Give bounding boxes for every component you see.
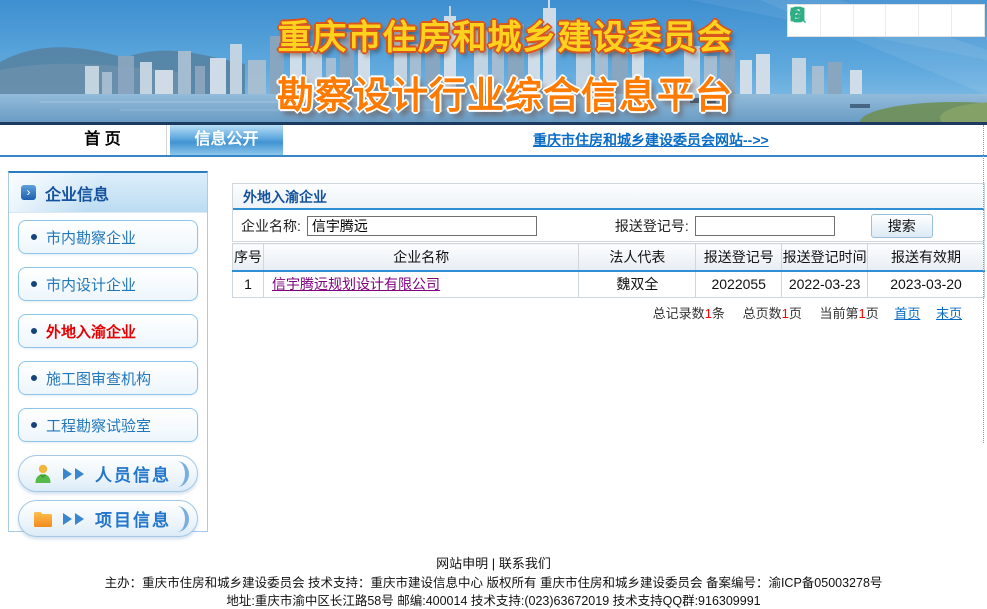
sidebar-section-header: › 企业信息 bbox=[9, 173, 207, 213]
sidebar-section-title: 企业信息 bbox=[45, 181, 109, 205]
site-subtitle: 勘察设计行业综合信息平台 bbox=[230, 65, 780, 119]
sidebar-item-outside-enterprises[interactable]: 外地入渝企业 bbox=[18, 314, 198, 348]
results-table: 序号 企业名称 法人代表 报送登记号 报送登记时间 报送有效期 1 信宇腾远规划… bbox=[232, 243, 985, 298]
tab-info-disclosure[interactable]: 信息公开 bbox=[170, 125, 283, 155]
footer-address: 地址:重庆市渝中区长江路58号 邮编:400014 技术支持:(023)6367… bbox=[0, 592, 987, 609]
cell-reg-no: 2022055 bbox=[696, 271, 782, 298]
footer-separator: | bbox=[492, 556, 495, 571]
company-name-input[interactable] bbox=[307, 216, 537, 236]
arc-decoration bbox=[177, 506, 189, 532]
person-icon bbox=[31, 462, 55, 486]
reg-no-label: 报送登记号: bbox=[615, 216, 689, 236]
project-info-label: 项目信息 bbox=[95, 506, 171, 531]
sidebar-item-label: 施工图审查机构 bbox=[46, 368, 151, 389]
sidebar: › 企业信息 市内勘察企业 市内设计企业 外地入渝企业 施工图审查机构 bbox=[8, 171, 208, 532]
first-page-link[interactable]: 首页 bbox=[894, 306, 920, 321]
sidebar-item-drawing-review[interactable]: 施工图审查机构 bbox=[18, 361, 198, 395]
footer-copyright: 主办：重庆市住房和城乡建设委员会 技术支持：重庆市建设信息中心 版权所有 重庆市… bbox=[0, 574, 987, 592]
bullet-icon bbox=[31, 375, 37, 381]
tab-home[interactable]: 首 页 bbox=[40, 125, 165, 155]
search-form: 企业名称: 报送登记号: 搜索 bbox=[233, 210, 984, 241]
project-info-button[interactable]: 项目信息 bbox=[18, 500, 198, 537]
col-reg-no: 报送登记号 bbox=[696, 244, 782, 271]
arc-decoration bbox=[177, 461, 189, 487]
cell-valid-until: 2023-03-20 bbox=[868, 271, 985, 298]
company-name-label: 企业名称: bbox=[241, 216, 301, 236]
window-edge-guide bbox=[983, 125, 984, 443]
col-reg-date: 报送登记时间 bbox=[782, 244, 868, 271]
site-statement-link[interactable]: 网站申明 bbox=[436, 556, 488, 571]
company-link[interactable]: 信宇腾远规划设计有限公司 bbox=[272, 276, 440, 292]
footer: 网站申明 | 联系我们 主办：重庆市住房和城乡建设委员会 技术支持：重庆市建设信… bbox=[0, 553, 987, 609]
sidebar-item-label: 外地入渝企业 bbox=[46, 321, 136, 342]
sidebar-menu: 市内勘察企业 市内设计企业 外地入渝企业 施工图审查机构 工程勘察试验室 bbox=[9, 213, 207, 442]
sidebar-item-city-design[interactable]: 市内设计企业 bbox=[18, 267, 198, 301]
cell-index: 1 bbox=[233, 271, 264, 298]
cell-legal-rep: 魏双全 bbox=[579, 271, 696, 298]
bullet-icon bbox=[31, 422, 37, 428]
save-icon[interactable] bbox=[885, 5, 918, 36]
table-header-row: 序号 企业名称 法人代表 报送登记号 报送登记时间 报送有效期 bbox=[233, 244, 985, 271]
page: 重庆市住房和城乡建设委员会 勘察设计行业综合信息平台 bbox=[0, 0, 987, 609]
col-index: 序号 bbox=[233, 244, 264, 271]
bullet-icon bbox=[31, 328, 37, 334]
arrow-badge-icon: › bbox=[21, 185, 36, 200]
share-icon[interactable] bbox=[918, 5, 951, 36]
bullet-icon bbox=[31, 234, 37, 240]
col-company: 企业名称 bbox=[263, 244, 578, 271]
contact-us-link[interactable]: 联系我们 bbox=[499, 556, 551, 571]
folder-icon bbox=[31, 507, 55, 531]
site-title: 重庆市住房和城乡建设委员会 bbox=[230, 10, 780, 59]
mobile-icon[interactable] bbox=[820, 5, 853, 36]
site-banner: 重庆市住房和城乡建设委员会 勘察设计行业综合信息平台 bbox=[0, 0, 987, 122]
chevron-right-icon bbox=[63, 513, 72, 525]
external-site-link[interactable]: 重庆市住房和城乡建设委员会网站-->> bbox=[533, 125, 769, 155]
reg-no-input[interactable] bbox=[695, 216, 835, 236]
page-title: 外地入渝企业 bbox=[233, 184, 984, 210]
sidebar-item-label: 市内勘察企业 bbox=[46, 227, 136, 248]
last-page-link[interactable]: 末页 bbox=[936, 306, 962, 321]
content-panel: 外地入渝企业 企业名称: 报送登记号: 搜索 bbox=[232, 183, 985, 242]
banner-titles: 重庆市住房和城乡建设委员会 勘察设计行业综合信息平台 bbox=[230, 0, 780, 119]
personnel-info-button[interactable]: 人员信息 bbox=[18, 455, 198, 492]
tab-separator bbox=[166, 125, 167, 155]
cell-reg-date: 2022-03-23 bbox=[782, 271, 868, 298]
cell-company: 信宇腾远规划设计有限公司 bbox=[263, 271, 578, 298]
total-pages: 总页数1页 bbox=[743, 306, 802, 321]
col-legal-rep: 法人代表 bbox=[579, 244, 696, 271]
chevron-right-icon bbox=[75, 468, 84, 480]
bullet-icon bbox=[31, 281, 37, 287]
sidebar-item-city-survey[interactable]: 市内勘察企业 bbox=[18, 220, 198, 254]
total-records: 总记录数1条 bbox=[653, 306, 725, 321]
main-nav: 首 页 信息公开 重庆市住房和城乡建设委员会网站-->> bbox=[0, 122, 987, 157]
table-row: 1 信宇腾远规划设计有限公司 魏双全 2022055 2022-03-23 20… bbox=[233, 271, 985, 298]
chevron-right-icon bbox=[63, 468, 72, 480]
browser-extension-toolbar bbox=[787, 4, 985, 37]
fullscreen-icon[interactable] bbox=[853, 5, 886, 36]
settings-icon[interactable] bbox=[951, 5, 984, 36]
search-button[interactable]: 搜索 bbox=[871, 214, 933, 238]
sidebar-item-survey-lab[interactable]: 工程勘察试验室 bbox=[18, 408, 198, 442]
chevron-right-icon bbox=[75, 513, 84, 525]
personnel-info-label: 人员信息 bbox=[95, 461, 171, 486]
sidebar-item-label: 市内设计企业 bbox=[46, 274, 136, 295]
pagination: 总记录数1条 总页数1页 当前第1页 首页 末页 bbox=[232, 303, 962, 322]
sidebar-item-label: 工程勘察试验室 bbox=[46, 415, 151, 436]
footer-links: 网站申明 | 联系我们 bbox=[0, 553, 987, 572]
col-valid-until: 报送有效期 bbox=[868, 244, 985, 271]
current-page: 当前第1页 bbox=[819, 306, 878, 321]
